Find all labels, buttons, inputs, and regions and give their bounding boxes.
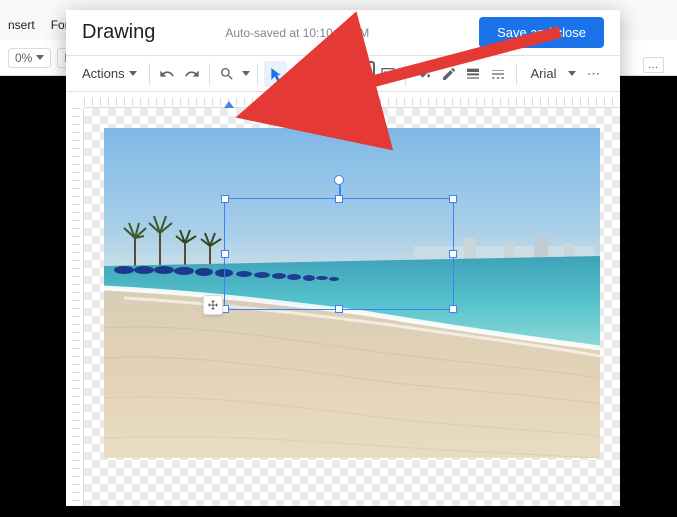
resize-handle-tm[interactable]	[335, 195, 343, 203]
dialog-title: Drawing	[82, 21, 155, 44]
resize-handle-tr[interactable]	[449, 195, 457, 203]
shape-tool[interactable]	[326, 61, 349, 87]
text-box-tool[interactable]	[351, 61, 374, 87]
drawing-dialog: Drawing Auto-saved at 10:10:11 AM Save a…	[66, 10, 620, 506]
border-weight-button[interactable]	[462, 61, 485, 87]
font-selector[interactable]: Arial	[523, 66, 565, 81]
dialog-header: Drawing Auto-saved at 10:10:11 AM Save a…	[66, 10, 620, 56]
drawing-canvas[interactable]	[84, 108, 620, 506]
drag-handle-icon[interactable]	[203, 295, 223, 315]
canvas-area	[66, 92, 620, 506]
select-tool[interactable]	[264, 61, 287, 87]
bg-right-tools: …	[631, 52, 675, 78]
separator	[209, 63, 210, 85]
more-options-button[interactable]: ⋯	[579, 66, 610, 82]
text-box-selection[interactable]	[224, 198, 454, 310]
separator	[405, 63, 406, 85]
drawing-toolbar: Actions	[66, 56, 620, 92]
resize-handle-tl[interactable]	[221, 195, 229, 203]
horizontal-ruler[interactable]	[84, 92, 620, 108]
autosave-status: Auto-saved at 10:10:11 AM	[225, 26, 479, 40]
zoom-button[interactable]	[216, 61, 239, 87]
vertical-ruler[interactable]	[66, 108, 84, 506]
save-and-close-button[interactable]: Save and close	[479, 17, 604, 48]
actions-menu[interactable]: Actions	[76, 62, 143, 85]
zoom-dropdown[interactable]	[241, 71, 252, 76]
resize-handle-mr[interactable]	[449, 250, 457, 258]
fill-color-button[interactable]	[412, 61, 435, 87]
border-dash-button[interactable]	[487, 61, 510, 87]
font-dropdown[interactable]	[567, 71, 578, 76]
separator	[516, 63, 517, 85]
line-tool[interactable]	[289, 61, 312, 87]
line-dropdown[interactable]	[314, 71, 325, 76]
separator	[149, 63, 150, 85]
image-tool[interactable]	[377, 61, 400, 87]
separator	[257, 63, 258, 85]
zoom-selector[interactable]: 0%	[8, 48, 51, 68]
indent-marker-icon[interactable]	[224, 101, 234, 108]
resize-handle-bm[interactable]	[335, 305, 343, 313]
inserted-image[interactable]	[104, 128, 600, 458]
resize-handle-br[interactable]	[449, 305, 457, 313]
border-color-button[interactable]	[437, 61, 460, 87]
rotate-handle[interactable]	[334, 175, 344, 185]
resize-handle-ml[interactable]	[221, 250, 229, 258]
undo-button[interactable]	[156, 61, 179, 87]
insert-menu[interactable]: nsert	[8, 18, 35, 32]
redo-button[interactable]	[180, 61, 203, 87]
